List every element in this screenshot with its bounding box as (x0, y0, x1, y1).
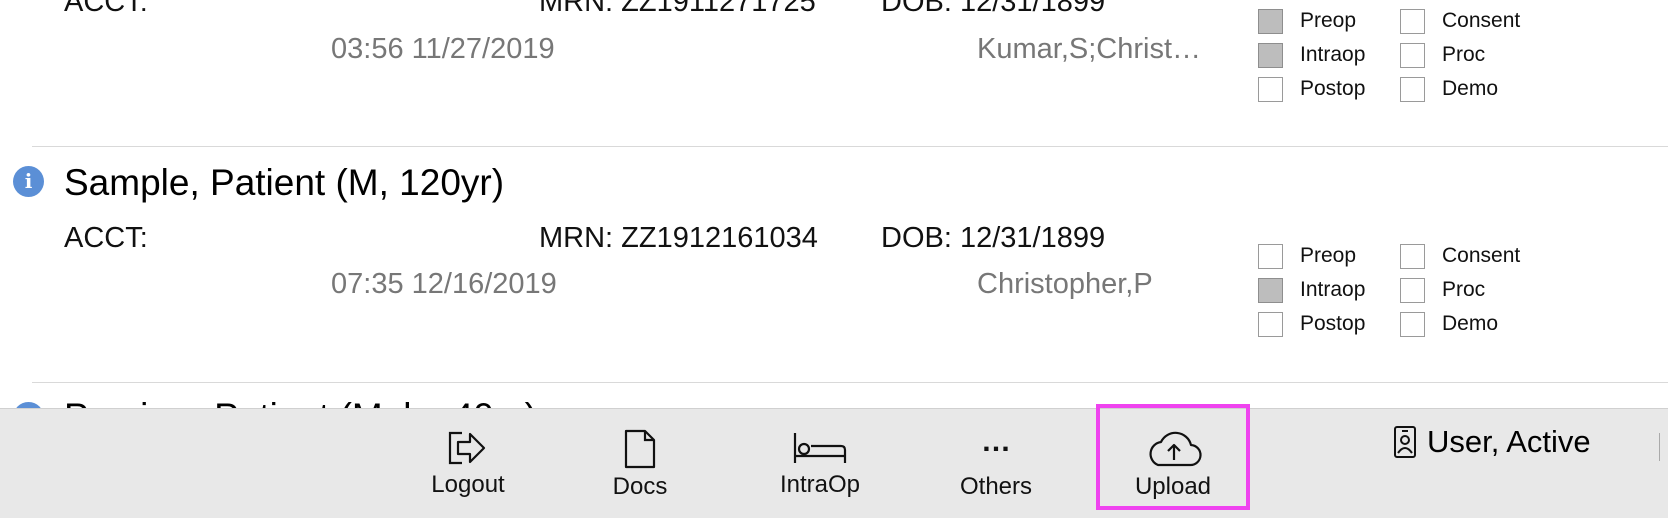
checkbox-box[interactable] (1258, 76, 1283, 102)
logout-label: Logout (431, 471, 505, 498)
mrn-value: MRN: ZZ1912161034 (539, 222, 818, 254)
checkbox-demo[interactable]: Demo (1400, 309, 1498, 339)
logout-icon (448, 431, 486, 465)
appointment-datetime: 07:35 12/16/2019 (331, 268, 557, 300)
checkbox-postop[interactable]: Postop (1258, 74, 1365, 104)
toolbar-separator (1659, 433, 1660, 461)
dob-value: DOB: 12/31/1899 (881, 0, 1106, 18)
checkbox-box[interactable] (1258, 42, 1283, 68)
logout-button[interactable]: Logout (418, 409, 518, 518)
more-icon: … (981, 425, 1011, 458)
checkbox-label: Proc (1442, 43, 1486, 66)
docs-button[interactable]: Docs (590, 409, 690, 518)
info-icon[interactable]: i (13, 166, 44, 197)
checkbox-label: Demo (1442, 77, 1499, 100)
checkbox-box[interactable] (1400, 311, 1425, 337)
provider-names: Kumar,S;Christ… (977, 33, 1201, 65)
upload-button[interactable]: Upload (1122, 409, 1224, 518)
checkbox-box[interactable] (1400, 76, 1425, 102)
checkbox-label: Postop (1300, 312, 1366, 335)
checkbox-box[interactable] (1258, 311, 1283, 337)
checkbox-postop[interactable]: Postop (1258, 309, 1365, 339)
checkbox-label: Intraop (1300, 278, 1366, 301)
form-status-checkboxes: Preop Intraop Postop Consent Proc Demo (1258, 241, 1558, 346)
checkbox-label: Consent (1442, 9, 1521, 32)
mrn-value: MRN: ZZ1911271725 (539, 0, 816, 18)
checkbox-label: Demo (1442, 312, 1499, 335)
cloud-upload-icon (1149, 431, 1202, 467)
checkbox-box[interactable] (1400, 8, 1425, 34)
checkbox-intraop[interactable]: Intraop (1258, 40, 1365, 70)
checkbox-label: Consent (1442, 244, 1521, 267)
checkbox-demo[interactable]: Demo (1400, 74, 1498, 104)
checkbox-preop[interactable]: Preop (1258, 241, 1356, 271)
checkbox-box[interactable] (1258, 277, 1283, 303)
provider-names: Christopher,P (977, 268, 1153, 300)
checkbox-box[interactable] (1258, 8, 1283, 34)
document-icon (624, 429, 656, 469)
checkbox-box[interactable] (1400, 277, 1425, 303)
acct-label: ACCT: (64, 222, 148, 254)
others-label: Others (959, 473, 1033, 500)
checkbox-proc[interactable]: Proc (1400, 275, 1485, 305)
row-divider (32, 146, 1668, 147)
checkbox-box[interactable] (1400, 42, 1425, 68)
checkbox-label: Intraop (1300, 43, 1366, 66)
patient-name[interactable]: Sample, Patient (M, 120yr) (64, 162, 504, 204)
id-badge-icon (1394, 426, 1416, 458)
checkbox-intraop[interactable]: Intraop (1258, 275, 1365, 305)
checkbox-label: Preop (1300, 244, 1357, 267)
others-button[interactable]: … Others (946, 409, 1046, 518)
checkbox-box[interactable] (1400, 243, 1425, 269)
intraop-button[interactable]: IntraOp (770, 409, 870, 518)
checkbox-consent[interactable]: Consent (1400, 241, 1520, 271)
checkbox-box[interactable] (1258, 243, 1283, 269)
checkbox-label: Postop (1300, 77, 1366, 100)
checkbox-label: Preop (1300, 9, 1357, 32)
checkbox-proc[interactable]: Proc (1400, 40, 1485, 70)
intraop-label: IntraOp (779, 471, 861, 498)
row-divider (32, 382, 1668, 383)
appointment-datetime: 03:56 11/27/2019 (331, 33, 555, 65)
docs-label: Docs (612, 473, 668, 500)
user-name: User, Active (1427, 424, 1591, 459)
dob-value: DOB: 12/31/1899 (881, 222, 1106, 254)
checkbox-preop[interactable]: Preop (1258, 6, 1356, 36)
form-status-checkboxes: Preop Intraop Postop Consent Proc Demo (1258, 6, 1558, 111)
acct-label: ACCT: (64, 0, 148, 18)
upload-label: Upload (1134, 473, 1212, 500)
bed-icon (793, 433, 847, 463)
current-user[interactable]: User, Active (1393, 424, 1591, 460)
checkbox-label: Proc (1442, 278, 1486, 301)
checkbox-consent[interactable]: Consent (1400, 6, 1520, 36)
